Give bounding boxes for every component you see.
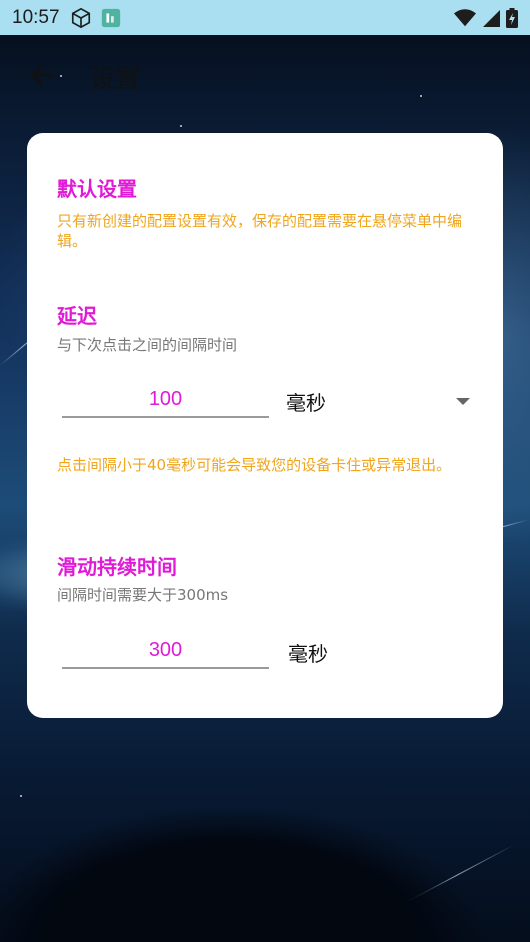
arrow-left-icon: [28, 61, 56, 93]
delay-warning: 点击间隔小于40毫秒可能会导致您的设备卡住或异常退出。: [57, 456, 452, 474]
page-title: 设置: [90, 64, 141, 93]
signal-icon: [482, 8, 500, 28]
delay-title: 延迟: [57, 304, 97, 328]
app-bar: 设置: [0, 35, 530, 119]
app-notification-icon: [100, 7, 122, 29]
default-settings-description: 只有新创建的配置设置有效，保存的配置需要在悬停菜单中编辑。: [57, 212, 463, 250]
delay-unit-dropdown[interactable]: 毫秒: [286, 383, 476, 419]
settings-card: 默认设置 只有新创建的配置设置有效，保存的配置需要在悬停菜单中编辑。 延迟 与下…: [27, 133, 503, 718]
back-button[interactable]: [26, 61, 58, 93]
swipe-duration-unit-label: 毫秒: [288, 642, 328, 666]
delay-input[interactable]: [62, 382, 269, 418]
dropdown-arrow-icon: [456, 397, 470, 405]
cube-icon: [70, 7, 92, 29]
delay-subtitle: 与下次点击之间的间隔时间: [57, 336, 238, 354]
status-time: 10:57: [12, 6, 60, 28]
swipe-duration-subtitle: 间隔时间需要大于300ms: [57, 586, 229, 604]
default-settings-title: 默认设置: [57, 177, 137, 201]
battery-charging-icon: [506, 7, 518, 28]
swipe-duration-input[interactable]: [62, 633, 269, 669]
delay-unit-label: 毫秒: [286, 390, 326, 415]
status-bar: 10:57: [0, 0, 530, 35]
swipe-duration-title: 滑动持续时间: [57, 555, 177, 579]
wifi-icon: [454, 8, 476, 28]
